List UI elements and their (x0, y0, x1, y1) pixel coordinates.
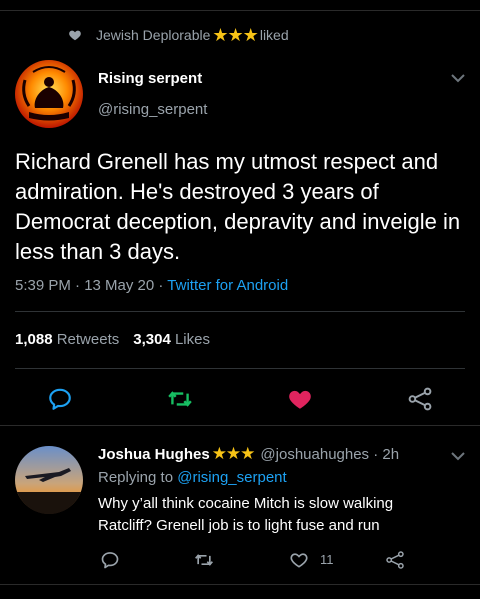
reply-retweet-icon[interactable] (194, 550, 214, 570)
reply-text: Why y’all think cocaine Mitch is slow wa… (98, 495, 394, 534)
divider (0, 425, 480, 426)
reply-share-icon[interactable] (385, 550, 405, 570)
bottom-divider (0, 584, 480, 585)
social-context-action: liked (259, 27, 289, 43)
reply-author-name[interactable]: Joshua Hughes (98, 446, 210, 463)
like-icon[interactable] (287, 386, 313, 412)
social-context-user[interactable]: Jewish Deplorable (96, 27, 210, 43)
heart-icon (69, 30, 81, 41)
social-context: Jewish Deplorable ★★★ liked (68, 24, 289, 46)
tweet-source[interactable]: Twitter for Android (167, 277, 288, 294)
reply-like-count: 11 (320, 552, 334, 567)
divider (15, 311, 465, 312)
replying-to: Replying to @rising_serpent (98, 469, 287, 486)
retweets-stat[interactable]: 1,088 Retweets (15, 331, 119, 348)
chevron-down-icon[interactable] (451, 73, 465, 83)
reply-icon[interactable] (47, 386, 73, 412)
author-name[interactable]: Rising serpent (98, 70, 202, 87)
share-icon[interactable] (407, 386, 433, 412)
likes-stat[interactable]: 3,304 Likes (133, 331, 210, 348)
replying-to-label: Replying to (98, 469, 174, 486)
author-handle[interactable]: @rising_serpent (98, 101, 207, 118)
avatar[interactable] (15, 60, 83, 128)
reply-handle-time[interactable]: @joshuahughes · 2h (260, 446, 399, 463)
reply-reply-icon[interactable] (100, 550, 120, 570)
reply-author-line: Joshua Hughes ★★★ @joshuahughes · 2h (98, 444, 399, 464)
reply-like-icon[interactable] (289, 550, 309, 570)
tweet-text: Richard Grenell has my utmost respect an… (15, 149, 461, 264)
likes-label: Likes (174, 331, 210, 348)
reply-chevron-down-icon[interactable] (451, 451, 465, 461)
tweet-meta: 5:39 PM · 13 May 20 · Twitter for Androi… (15, 277, 288, 294)
retweets-label: Retweets (56, 331, 120, 348)
replying-to-mention[interactable]: @rising_serpent (177, 469, 286, 486)
reply-star-badge: ★★★ (211, 444, 256, 463)
engagement-stats: 1,088 Retweets 3,304 Likes (15, 331, 210, 348)
top-divider (0, 10, 480, 11)
retweets-count: 1,088 (15, 331, 53, 348)
retweet-icon[interactable] (167, 386, 193, 412)
reply-avatar[interactable] (15, 446, 83, 514)
tweet-timestamp: 5:39 PM · 13 May 20 · (15, 277, 168, 294)
likes-count: 3,304 (133, 331, 171, 348)
divider (15, 368, 465, 369)
star-badge: ★★★ (212, 24, 258, 45)
